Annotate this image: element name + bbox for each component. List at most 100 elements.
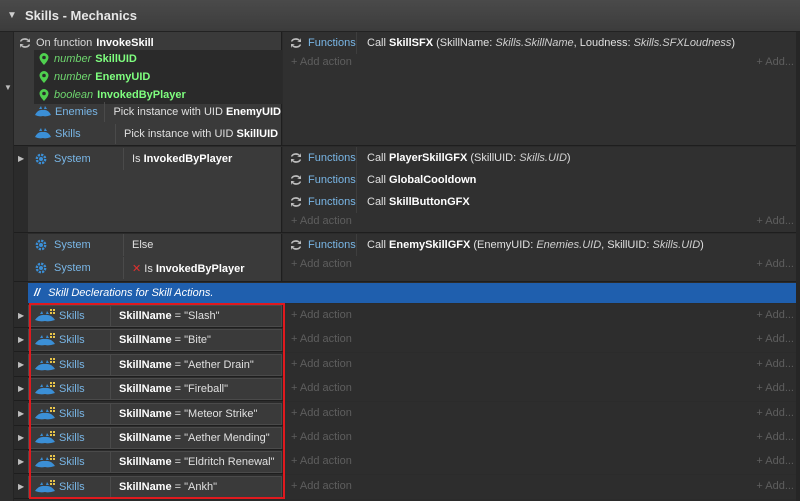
condition-pick-enemy[interactable]: Enemies Pick instance with UID EnemyUID [34, 102, 281, 122]
skill-condition[interactable]: Skills SkillName = "Meteor Strike" [28, 402, 282, 425]
expand-triangle-icon[interactable]: ▼ [4, 83, 12, 92]
expand-triangle-icon[interactable]: ▶ [18, 335, 24, 344]
add-action-link[interactable]: + Add action [291, 258, 352, 270]
skill-condition[interactable]: Skills SkillName = "Slash" [28, 305, 282, 327]
add-action-link[interactable]: + Add action [291, 455, 352, 467]
expand-triangle-icon[interactable]: ▶ [18, 433, 24, 442]
else-event-block[interactable]: System Else System ✕ Is InvokedByPlayer … [14, 234, 800, 282]
group-header[interactable]: ▼ Skills - Mechanics [0, 0, 800, 32]
expand-triangle-icon[interactable]: ▶ [18, 457, 24, 466]
add-more-link[interactable]: + Add... [756, 333, 794, 345]
skill-actions: + Add action + Add... [283, 474, 800, 499]
function-arrows-icon [291, 153, 301, 163]
condition-text: ✕ Is InvokedByPlayer [132, 262, 245, 275]
condition-text: SkillName = "Ankh" [119, 480, 218, 493]
action-text: Call PlayerSkillGFX (SkillUID: Skills.UI… [367, 152, 571, 164]
add-more-link[interactable]: + Add... [756, 407, 794, 419]
add-action-link[interactable]: + Add action [291, 407, 352, 419]
else-conditions: System Else System ✕ Is InvokedByPlayer [28, 234, 282, 281]
add-more-link[interactable]: + Add... [756, 309, 794, 321]
skill-condition[interactable]: Skills SkillName = "Aether Drain" [28, 353, 282, 376]
comment-text: Skill Declerations for Skill Actions. [48, 287, 214, 299]
action-text: Call GlobalCooldown [367, 174, 477, 186]
add-action-link[interactable]: + Add action [291, 215, 352, 227]
add-action-link[interactable]: + Add action [291, 431, 352, 443]
object-label: Skills [59, 310, 85, 322]
param-skilluid[interactable]: number SkillUID [38, 50, 137, 68]
condition-object: Skills [29, 428, 111, 448]
skill-event-row[interactable]: ▶ Skills SkillName = "Eldritch Renewal" + A… [14, 450, 800, 475]
skill-condition[interactable]: Skills SkillName = "Fireball" [28, 378, 282, 401]
skill-condition[interactable]: Skills SkillName = "Aether Mending" [28, 427, 282, 449]
param-type: number [54, 71, 92, 83]
add-more-link[interactable]: + Add... [756, 358, 794, 370]
action-object: Functions [283, 32, 357, 54]
expand-triangle-icon[interactable]: ▶ [18, 360, 24, 369]
add-action-link[interactable]: + Add action [291, 309, 352, 321]
skill-event-row[interactable]: ▶ Skills SkillName = "Slash" + Add action + … [14, 304, 800, 328]
add-more-link[interactable]: + Add... [756, 258, 794, 270]
skill-actions: + Add action + Add... [283, 426, 800, 450]
sprite-object-icon [35, 479, 55, 493]
function-event-block[interactable]: On function InvokeSkill number SkillUID … [14, 32, 800, 146]
action-call-skillsfx[interactable]: Functions Call SkillSFX (SkillName: Skil… [283, 32, 800, 54]
expand-triangle-icon[interactable]: ▶ [18, 409, 24, 418]
object-label: Functions [308, 196, 356, 208]
skill-actions: + Add action + Add... [283, 450, 800, 475]
condition-text: SkillName = "Slash" [119, 310, 220, 322]
condition-else[interactable]: System Else [34, 234, 281, 256]
add-more-link[interactable]: + Add... [756, 56, 794, 68]
system-event-block[interactable]: ▶ System Is InvokedByPlayer Functions Ca… [14, 147, 800, 233]
action-object: Functions [283, 169, 357, 191]
condition-text: Else [132, 239, 154, 251]
condition-text: Is InvokedByPlayer [132, 153, 233, 165]
skill-condition[interactable]: Skills SkillName = "Eldritch Renewal" [28, 451, 282, 474]
else-actions: Functions Call EnemySkillGFX (EnemyUID: … [283, 234, 800, 281]
skill-event-row[interactable]: ▶ Skills SkillName = "Aether Mending" + Add… [14, 426, 800, 450]
expand-triangle-icon[interactable]: ▶ [18, 384, 24, 393]
action-object: Functions [283, 191, 357, 213]
condition-pick-skill[interactable]: Skills Pick instance with UID SkillUID [34, 124, 281, 144]
comment-bar[interactable]: // Skill Declerations for Skill Actions. [28, 283, 800, 303]
condition-not-invokedbyplayer[interactable]: System ✕ Is InvokedByPlayer [34, 257, 281, 279]
add-more-link[interactable]: + Add... [756, 455, 794, 467]
add-more-link[interactable]: + Add... [756, 215, 794, 227]
condition-text: Pick instance with UID SkillUID [124, 128, 279, 140]
param-type: boolean [54, 89, 94, 101]
skill-event-row[interactable]: ▶ Skills SkillName = "Aether Drain" + Add a… [14, 352, 800, 377]
add-action-link[interactable]: + Add action [291, 480, 352, 492]
add-action-link[interactable]: + Add action [291, 382, 352, 394]
skill-event-row[interactable]: ▶ Skills SkillName = "Ankh" + Add action + A… [14, 474, 800, 499]
action-call-enemyskillgfx[interactable]: Functions Call EnemySkillGFX (EnemyUID: … [283, 234, 800, 256]
param-enemyuid[interactable]: number EnemyUID [38, 68, 150, 86]
action-call-globalcooldown[interactable]: Functions Call GlobalCooldown [283, 169, 800, 191]
collapse-triangle-icon[interactable]: ▼ [7, 10, 21, 21]
skill-event-row[interactable]: ▶ Skills SkillName = "Fireball" + Add actio… [14, 377, 800, 402]
add-more-link[interactable]: + Add... [756, 480, 794, 492]
add-action-link[interactable]: + Add action [291, 358, 352, 370]
skill-event-row[interactable]: ▶ Skills SkillName = "Bite" + Add action + A… [14, 328, 800, 353]
add-action-link[interactable]: + Add action [291, 333, 352, 345]
action-call-skillbuttongfx[interactable]: Functions Call SkillButtonGFX [283, 191, 800, 213]
skill-event-row[interactable]: ▶ Skills SkillName = "Meteor Strike" + Add … [14, 401, 800, 426]
map-pin-icon [39, 71, 49, 83]
param-name: SkillUID [95, 53, 137, 65]
action-call-playerskillgfx[interactable]: Functions Call PlayerSkillGFX (SkillUID:… [283, 147, 800, 169]
skill-condition[interactable]: Skills SkillName = "Bite" [28, 329, 282, 352]
expand-triangle-icon[interactable]: ▶ [18, 482, 24, 491]
sprite-object-icon [35, 382, 55, 395]
add-more-link[interactable]: + Add... [756, 382, 794, 394]
expand-triangle-icon[interactable]: ▶ [18, 154, 24, 163]
condition-is-invokedbyplayer[interactable]: System Is InvokedByPlayer [34, 148, 281, 170]
add-more-link[interactable]: + Add... [756, 431, 794, 443]
add-action-link[interactable]: + Add action [291, 56, 352, 68]
function-arrows-icon [291, 38, 301, 48]
group-title: Skills - Mechanics [25, 8, 137, 23]
skill-condition[interactable]: Skills SkillName = "Ankh" [28, 475, 282, 498]
expand-triangle-icon[interactable]: ▶ [18, 311, 24, 320]
skill-actions: + Add action + Add... [283, 352, 800, 377]
scrollbar[interactable] [796, 32, 800, 501]
function-arrows-icon [291, 240, 301, 250]
object-label: System [54, 239, 91, 251]
object-label: Skills [59, 480, 85, 493]
